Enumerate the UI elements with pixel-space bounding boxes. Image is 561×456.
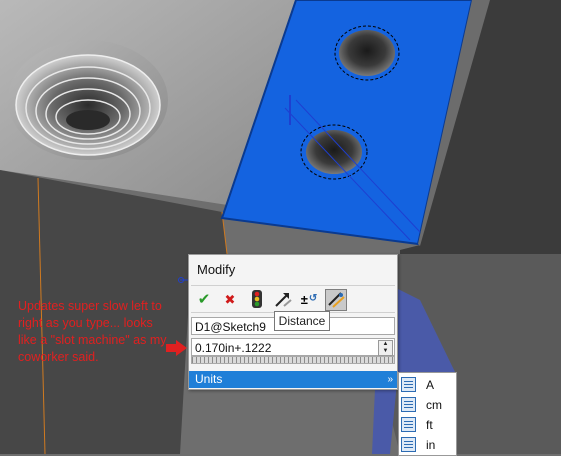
check-icon: ✔ [197, 290, 211, 308]
rebuild-button[interactable] [247, 289, 267, 309]
thumbwheel-slider[interactable] [191, 356, 395, 364]
dialog-toolbar: ✔ ✖ ± ↺ [191, 285, 395, 313]
cancel-button[interactable]: ✖ [220, 289, 240, 309]
unit-label: in [426, 437, 436, 452]
dialog-title: Modify [197, 262, 236, 277]
unit-icon [401, 437, 416, 452]
close-icon: ✖ [224, 291, 236, 307]
units-option-in[interactable]: in [401, 435, 455, 454]
unit-label: cm [426, 397, 442, 412]
traffic-light-icon [252, 290, 262, 308]
unit-label: ft [426, 417, 433, 432]
tooltip: Distance [274, 311, 330, 331]
arrow-icon [275, 293, 292, 307]
plus-minus-button[interactable]: ± ↺ [299, 289, 319, 309]
units-submenu: A cm ft in [398, 372, 457, 456]
reverse-direction-button[interactable] [273, 289, 293, 309]
dimension-icon [328, 292, 345, 308]
units-option-cm[interactable]: cm [401, 395, 455, 414]
units-option-ft[interactable]: ft [401, 415, 455, 434]
annotation-text: Updates super slow left to right as you … [18, 299, 167, 364]
units-menu-item[interactable]: Units » [189, 371, 397, 388]
submenu-arrow-icon: » [387, 374, 393, 385]
unit-icon [401, 377, 416, 392]
dimension-button[interactable] [325, 289, 347, 311]
units-label: Units [195, 372, 223, 386]
value-spinner[interactable]: ▲ ▼ [378, 340, 393, 356]
dimension-value-text: 0.170in+.1222 [195, 341, 272, 355]
unit-icon [401, 417, 416, 432]
red-arrow-icon [166, 340, 187, 356]
unit-label: A [426, 377, 435, 392]
hole-bottom [306, 130, 362, 174]
hole-top [339, 30, 395, 76]
ok-button[interactable]: ✔ [194, 289, 214, 309]
unit-icon [401, 397, 416, 412]
plus-minus-icon: ± [300, 291, 308, 307]
units-option-a[interactable]: A [401, 375, 455, 394]
dimension-value-input[interactable]: 0.170in+.1222 ▲ ▼ [191, 338, 395, 356]
